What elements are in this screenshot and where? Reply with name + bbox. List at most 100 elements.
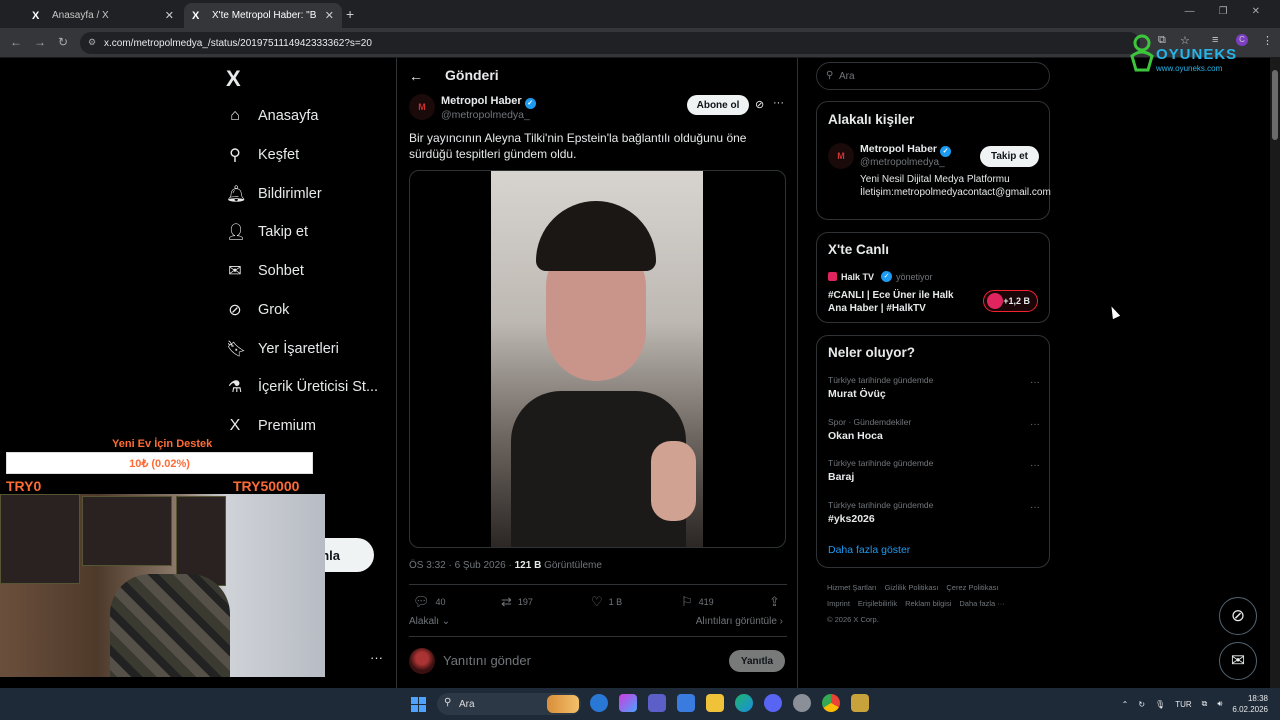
messages-fab-icon[interactable]: ✉ (1219, 642, 1257, 680)
repost-stat[interactable]: ⇄ 197 (501, 594, 533, 610)
relevant-bio: Yeni Nesil Dijital Medya Platformu İleti… (860, 174, 1051, 198)
reply-input[interactable]: Yanıtını gönder (443, 653, 531, 668)
trend-more-icon[interactable]: ··· (1030, 502, 1040, 513)
grok-fab-icon[interactable]: ⊘ (1219, 597, 1257, 635)
reload-icon[interactable]: ↻ (58, 35, 68, 49)
copilot-icon[interactable] (619, 694, 637, 712)
relevant-name[interactable]: Metropol Haber ✓ (860, 143, 952, 157)
post-more-icon[interactable]: ··· (773, 97, 784, 109)
trend-more-icon[interactable]: ··· (1030, 419, 1040, 430)
nav-item-1[interactable]: ⚲ Keşfet (226, 140, 299, 170)
follow-button[interactable]: Takip et (980, 146, 1039, 167)
chrome-icon[interactable] (822, 694, 840, 712)
trend-name: #yks2026 (828, 512, 875, 525)
trend-more-icon[interactable]: ··· (1030, 377, 1040, 388)
nav-item-5[interactable]: ⊘ Grok (226, 295, 289, 325)
footer-link[interactable]: Gizlilik Politikası (885, 583, 939, 592)
trend-item[interactable]: Türkiye tarihinde gündemde Baraj ··· (828, 458, 1040, 483)
language-indicator[interactable]: TUR (1175, 700, 1191, 709)
grok-explain-icon[interactable]: ⊘ (755, 98, 764, 111)
nav-item-0[interactable]: ⌂ Anasayfa (226, 101, 318, 131)
x-logo-icon[interactable]: X (226, 66, 241, 92)
bookmark-icon: 🔖︎ (226, 341, 247, 358)
my-avatar[interactable] (409, 648, 435, 674)
live-stream-title[interactable]: #CANLI | Ece Üner ile Halk Ana Haber | #… (828, 289, 968, 315)
footer-link[interactable]: Daha fazla ··· (959, 599, 1004, 608)
microphone-icon[interactable]: 🎙︎ (1155, 700, 1165, 709)
live-listeners-pill[interactable]: +1,2 B (983, 290, 1038, 312)
settings-app-icon[interactable] (793, 694, 811, 712)
system-tray: ⌃ ↻ 🎙︎ TUR ⧉ 🔊︎ 18:38 6.02.2026 (1122, 688, 1280, 720)
trend-more-icon[interactable]: ··· (1030, 460, 1040, 471)
relevant-handle[interactable]: @metropolmedya_ (860, 157, 945, 168)
url-field[interactable]: ⚙ x.com/metropolmedya_/status/2019751114… (80, 32, 1140, 54)
edge-icon[interactable] (735, 694, 753, 712)
close-tab-icon[interactable]: ✕ (165, 9, 174, 22)
footer-link[interactable]: Çerez Politikası (946, 583, 998, 592)
author-avatar[interactable]: M (409, 94, 435, 120)
discord-icon[interactable] (764, 694, 782, 712)
nav-item-4[interactable]: ✉ Sohbet (226, 256, 304, 286)
trend-item[interactable]: Türkiye tarihinde gündemde Murat Övüç ··· (828, 375, 1040, 400)
reply-button[interactable]: Yanıtla (729, 650, 785, 672)
nav-item-2[interactable]: 🔔︎ Bildirimler (226, 179, 322, 209)
menu-icon[interactable]: ⋮ (1262, 34, 1273, 47)
like-stat[interactable]: ♡ 1 B (591, 594, 622, 610)
search-input[interactable]: ⚲ Ara (816, 62, 1050, 90)
subscribe-button[interactable]: Abone ol (687, 95, 749, 115)
account-more-icon[interactable]: ··· (370, 650, 383, 665)
footer-link[interactable]: Imprint (827, 599, 850, 608)
teams-icon[interactable] (648, 694, 666, 712)
back-arrow-icon[interactable]: ← (409, 68, 423, 84)
tray-overflow-icon[interactable]: ⌃ (1122, 700, 1129, 709)
search-highlight-icon (547, 695, 579, 713)
site-info-icon[interactable]: ⚙ (88, 37, 96, 48)
nav-item-3[interactable]: 👤︎ Takip et (226, 217, 308, 247)
add-user-icon: 👤︎ (226, 224, 247, 241)
footer-link[interactable]: Erişilebilirlik (858, 599, 897, 608)
clock[interactable]: 18:38 6.02.2026 (1232, 693, 1268, 715)
trend-item[interactable]: Türkiye tarihinde gündemde #yks2026 ··· (828, 500, 1040, 525)
restore-icon[interactable]: ❐ (1219, 6, 1228, 17)
video-frame[interactable] (491, 171, 703, 547)
forward-icon[interactable]: → (34, 35, 46, 49)
author-name[interactable]: Metropol Haber ✓ (441, 95, 536, 109)
post-video[interactable] (409, 170, 786, 548)
store-icon[interactable] (677, 694, 695, 712)
close-tab-icon[interactable]: ✕ (325, 9, 334, 22)
copilot-app-icon[interactable] (590, 694, 608, 712)
minimize-icon[interactable]: — (1185, 6, 1195, 17)
taskbar-search[interactable]: ⚲ Ara (437, 693, 581, 715)
trend-item[interactable]: Spor · Gündemdekiler Okan Hoca ··· (828, 417, 1040, 442)
footer-link[interactable]: Reklam bilgisi (905, 599, 951, 608)
new-tab-button[interactable]: + (346, 6, 354, 22)
nav-item-8[interactable]: X Premium (226, 411, 316, 441)
scrollbar-thumb[interactable] (1272, 70, 1278, 140)
file-explorer-icon[interactable] (706, 694, 724, 712)
start-button-icon[interactable] (411, 697, 426, 712)
share-stat[interactable]: ⇪ (769, 594, 780, 610)
game-app-icon[interactable] (851, 694, 869, 712)
nav-item-label: Anasayfa (258, 108, 319, 124)
reply-stat[interactable]: 💬︎ 40 (413, 594, 446, 610)
page-scrollbar[interactable] (1270, 58, 1280, 688)
show-more-link[interactable]: Daha fazla göster (828, 544, 910, 556)
browser-tab-home[interactable]: X Anasayfa / X ✕ (24, 3, 182, 28)
footer-link[interactable]: Hizmet Şartları (827, 583, 877, 592)
live-host[interactable]: Halk TV ✓ yönetiyor (828, 271, 933, 282)
back-icon[interactable]: ← (10, 35, 22, 49)
view-quotes-link[interactable]: Alıntıları görüntüle › (696, 616, 783, 627)
nav-item-6[interactable]: 🔖︎ Yer İşaretleri (226, 334, 339, 364)
author-handle[interactable]: @metropolmedya_ (441, 109, 530, 121)
volume-icon[interactable]: 🔊︎ (1217, 699, 1222, 709)
sync-icon[interactable]: ↻ (1138, 700, 1145, 709)
network-icon[interactable]: ⧉ (1202, 699, 1208, 709)
halktv-logo-icon (828, 272, 837, 281)
nav-item-7[interactable]: ⚗ İçerik Üreticisi St... (226, 372, 378, 402)
reply-sort-dropdown[interactable]: Alakalı ⌄ (409, 616, 450, 627)
bookmark-stat[interactable]: ⚐ 419 (681, 594, 714, 610)
browser-tab-post[interactable]: X X'te Metropol Haber: "Bir yayı ✕ (184, 3, 342, 28)
close-window-icon[interactable]: ✕ (1252, 6, 1260, 17)
relevant-avatar[interactable]: M (828, 143, 854, 169)
post-time[interactable]: ÖS 3:32 · 6 Şub 2026 · (409, 560, 515, 571)
